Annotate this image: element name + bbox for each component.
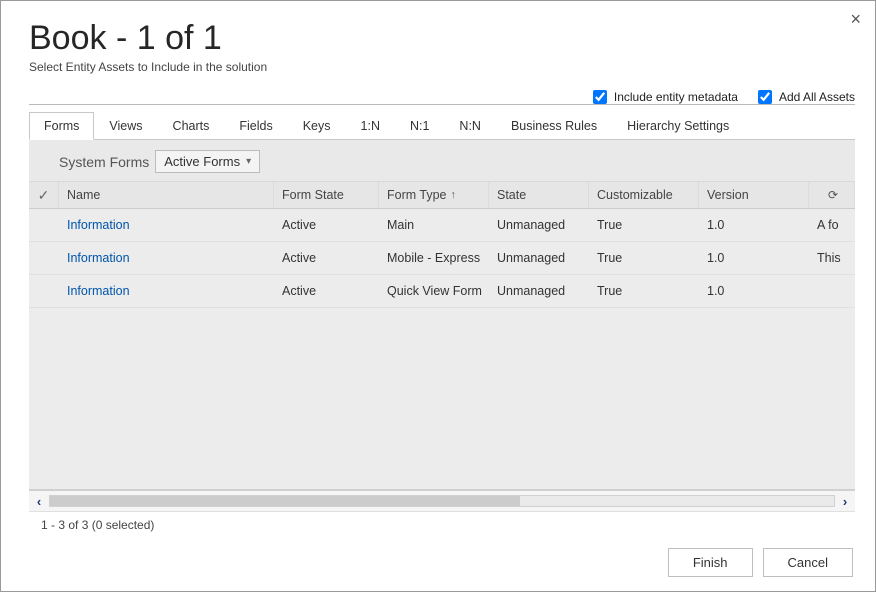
tab-hierarchy-settings[interactable]: Hierarchy Settings xyxy=(612,112,744,140)
row-name-link[interactable]: Information xyxy=(67,218,130,232)
tab-strip: Forms Views Charts Fields Keys 1:N N:1 N… xyxy=(29,111,855,140)
header-options: Include entity metadata Add All Assets xyxy=(589,87,855,107)
row-form-state: Active xyxy=(274,242,379,274)
col-form-state[interactable]: Form State xyxy=(274,182,379,208)
view-bar: System Forms Active Forms ▾ xyxy=(29,140,855,182)
col-refresh[interactable]: ⟳ xyxy=(809,182,855,208)
footer-buttons: Finish Cancel xyxy=(668,548,853,577)
row-name-link[interactable]: Information xyxy=(67,284,130,298)
view-selector-value: Active Forms xyxy=(164,154,240,169)
row-extra: This xyxy=(809,242,855,274)
add-all-assets-checkbox[interactable]: Add All Assets xyxy=(754,87,855,107)
row-state: Unmanaged xyxy=(489,209,589,241)
col-version[interactable]: Version xyxy=(699,182,809,208)
page-title: Book - 1 of 1 xyxy=(29,19,847,58)
tab-forms[interactable]: Forms xyxy=(29,112,94,140)
include-metadata-input[interactable] xyxy=(593,90,607,104)
row-form-state: Active xyxy=(274,275,379,307)
page-subtitle: Select Entity Assets to Include in the s… xyxy=(29,60,847,74)
col-customizable[interactable]: Customizable xyxy=(589,182,699,208)
row-extra xyxy=(809,275,855,307)
row-checkbox[interactable] xyxy=(29,242,59,274)
tab-1n[interactable]: 1:N xyxy=(346,112,395,140)
grid-row[interactable]: Information Active Quick View Form Unman… xyxy=(29,275,855,308)
col-form-type[interactable]: Form Type ↑ xyxy=(379,182,489,208)
close-icon[interactable]: × xyxy=(850,9,861,30)
cancel-button[interactable]: Cancel xyxy=(763,548,853,577)
row-extra: A fo xyxy=(809,209,855,241)
sort-asc-icon: ↑ xyxy=(451,189,457,201)
tab-views[interactable]: Views xyxy=(94,112,157,140)
row-form-type: Mobile - Express xyxy=(379,242,489,274)
row-customizable: True xyxy=(589,242,699,274)
grid-row[interactable]: Information Active Mobile - Express Unma… xyxy=(29,242,855,275)
tab-charts[interactable]: Charts xyxy=(158,112,225,140)
chevron-down-icon: ▾ xyxy=(246,156,251,167)
tab-business-rules[interactable]: Business Rules xyxy=(496,112,612,140)
row-name-link[interactable]: Information xyxy=(67,251,130,265)
scroll-left-icon[interactable]: ‹ xyxy=(29,494,49,509)
grid-body: Information Active Main Unmanaged True 1… xyxy=(29,209,855,489)
scroll-track[interactable] xyxy=(49,495,835,507)
row-checkbox[interactable] xyxy=(29,209,59,241)
col-form-type-label: Form Type xyxy=(387,188,447,202)
status-bar: 1 - 3 of 3 (0 selected) xyxy=(29,511,855,538)
row-version: 1.0 xyxy=(699,209,809,241)
scroll-thumb[interactable] xyxy=(50,496,520,506)
col-select-all[interactable]: ✓ xyxy=(29,182,59,208)
grid-header: ✓ Name Form State Form Type ↑ State Cust… xyxy=(29,182,855,209)
forms-grid: ✓ Name Form State Form Type ↑ State Cust… xyxy=(29,182,855,490)
row-version: 1.0 xyxy=(699,275,809,307)
tab-n1[interactable]: N:1 xyxy=(395,112,444,140)
header: Book - 1 of 1 Select Entity Assets to In… xyxy=(1,1,875,80)
row-version: 1.0 xyxy=(699,242,809,274)
finish-button[interactable]: Finish xyxy=(668,548,753,577)
row-checkbox[interactable] xyxy=(29,275,59,307)
col-state[interactable]: State xyxy=(489,182,589,208)
tab-fields[interactable]: Fields xyxy=(224,112,287,140)
include-metadata-checkbox[interactable]: Include entity metadata xyxy=(589,87,738,107)
row-customizable: True xyxy=(589,209,699,241)
add-all-assets-input[interactable] xyxy=(758,90,772,104)
refresh-icon: ⟳ xyxy=(828,188,846,202)
dialog-select-entity-assets: × Book - 1 of 1 Select Entity Assets to … xyxy=(0,0,876,592)
grid-row[interactable]: Information Active Main Unmanaged True 1… xyxy=(29,209,855,242)
add-all-assets-label: Add All Assets xyxy=(779,90,855,104)
row-form-type: Quick View Form xyxy=(379,275,489,307)
row-form-type: Main xyxy=(379,209,489,241)
tab-keys[interactable]: Keys xyxy=(288,112,346,140)
col-name[interactable]: Name xyxy=(59,182,274,208)
view-selector-dropdown[interactable]: Active Forms ▾ xyxy=(155,150,260,173)
row-state: Unmanaged xyxy=(489,242,589,274)
view-bar-label: System Forms xyxy=(59,154,149,170)
row-form-state: Active xyxy=(274,209,379,241)
check-icon: ✓ xyxy=(38,187,50,204)
row-state: Unmanaged xyxy=(489,275,589,307)
tab-nn[interactable]: N:N xyxy=(444,112,496,140)
horizontal-scrollbar[interactable]: ‹ › xyxy=(29,490,855,511)
row-customizable: True xyxy=(589,275,699,307)
scroll-right-icon[interactable]: › xyxy=(835,494,855,509)
include-metadata-label: Include entity metadata xyxy=(614,90,738,104)
